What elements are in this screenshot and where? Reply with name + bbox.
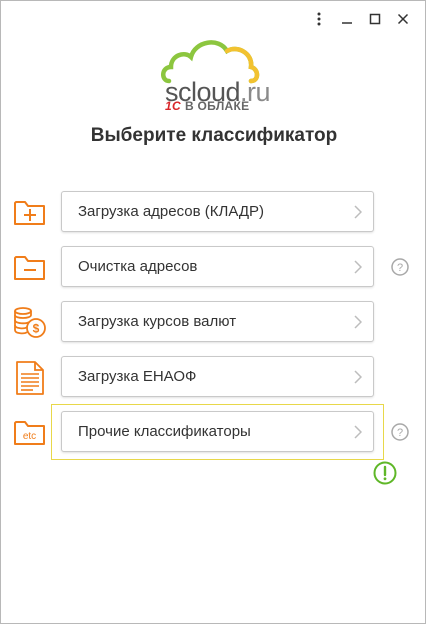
button-label: Загрузка курсов валют [78, 313, 237, 330]
document-icon [13, 360, 47, 395]
minimize-icon[interactable] [333, 9, 361, 29]
chevron-right-icon [343, 314, 373, 329]
folder-minus-icon [13, 250, 47, 284]
svg-text:etc: etc [23, 431, 36, 442]
more-vert-icon[interactable] [305, 9, 333, 29]
folder-plus-icon [13, 195, 47, 229]
maximize-icon[interactable] [361, 9, 389, 29]
chevron-right-icon [343, 369, 373, 384]
svg-text:?: ? [397, 262, 403, 274]
load-kladr-button[interactable]: Загрузка адресов (КЛАДР) [61, 191, 374, 232]
load-currency-rates-button[interactable]: Загрузка курсов валют [61, 301, 374, 342]
svg-text:?: ? [397, 427, 403, 439]
page-title: Выберите классификатор [90, 125, 338, 146]
help-icon[interactable]: ? [391, 258, 409, 276]
app-window: scloud.ru 1С В ОБЛАКЕ Выберите классифика… [0, 0, 426, 624]
button-label: Загрузка ЕНАОФ [78, 368, 197, 385]
clear-addresses-button[interactable]: Очистка адресов [61, 246, 374, 287]
load-enaof-button[interactable]: Загрузка ЕНАОФ [61, 356, 374, 397]
warning-icon[interactable] [373, 461, 397, 485]
button-label: Очистка адресов [78, 258, 198, 275]
help-icon[interactable]: ? [391, 423, 409, 441]
other-classifiers-button[interactable]: Прочие классификаторы [61, 411, 374, 452]
onec-logo: 1С [165, 99, 181, 113]
svg-text:$: $ [33, 322, 40, 336]
button-label: Загрузка адресов (КЛАДР) [78, 203, 264, 220]
chevron-right-icon [343, 204, 373, 219]
scloud-logo: scloud.ru 1С В ОБЛАКЕ [159, 35, 271, 119]
close-icon[interactable] [389, 9, 417, 29]
folder-etc-icon: etc [13, 415, 47, 449]
window-controls [305, 9, 417, 29]
chevron-right-icon [343, 424, 373, 439]
coins-icon: $ [13, 305, 47, 339]
logo-subtitle: 1С В ОБЛАКЕ [165, 99, 250, 113]
button-label: Прочие классификаторы [78, 423, 251, 440]
chevron-right-icon [343, 259, 373, 274]
